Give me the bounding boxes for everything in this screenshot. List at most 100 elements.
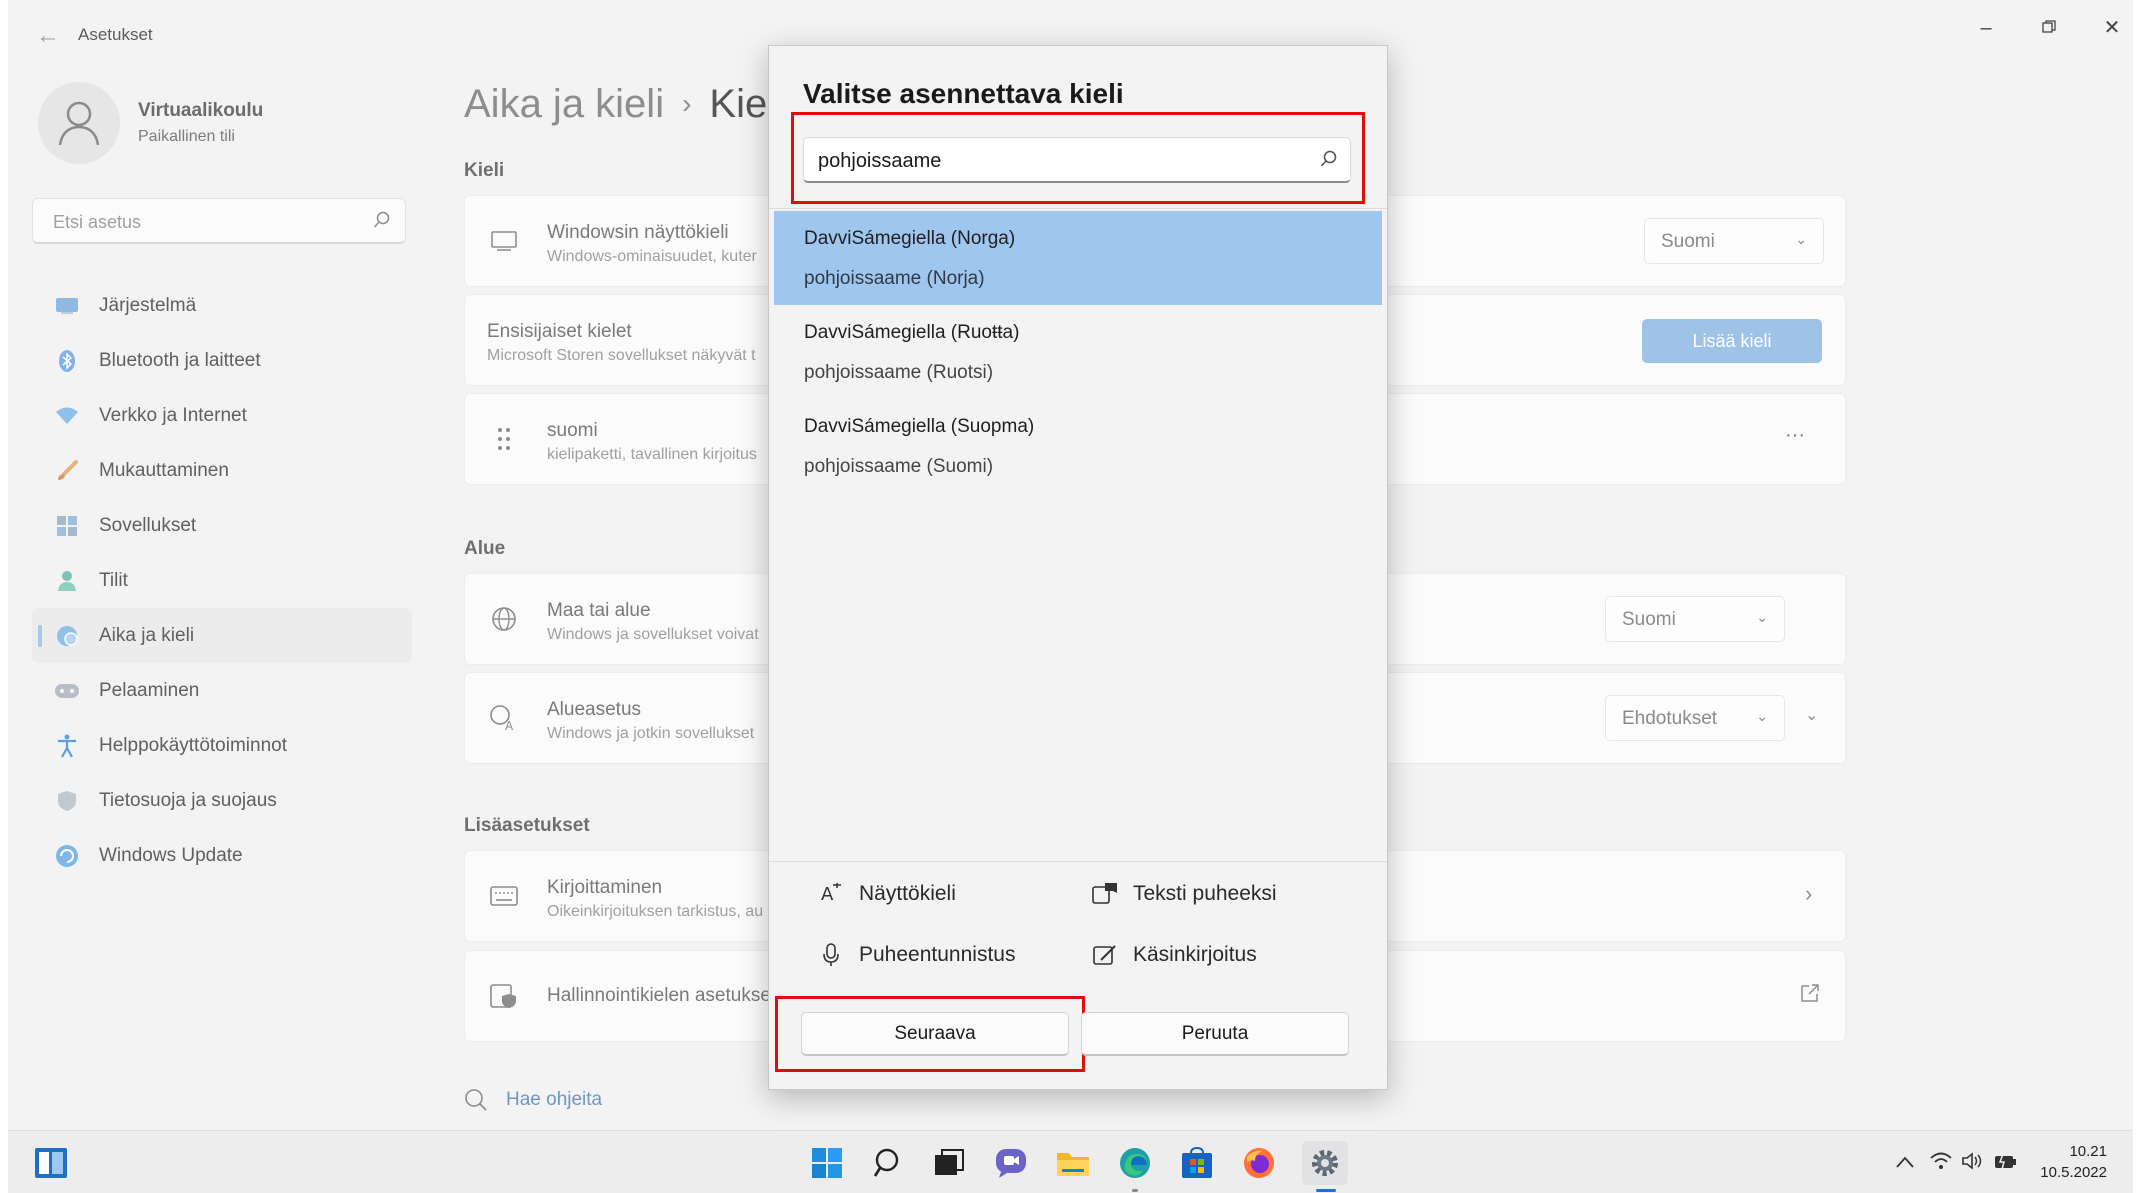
- globe-clock-icon: [54, 623, 80, 649]
- get-help-link[interactable]: Hae ohjeita: [464, 1088, 602, 1112]
- sidebar-item-mukauttaminen[interactable]: Mukauttaminen: [32, 443, 412, 498]
- more-options-icon[interactable]: ···: [1785, 424, 1805, 447]
- search-icon: [373, 211, 391, 234]
- sidebar-item-aika-ja-kieli[interactable]: Aika ja kieli: [32, 608, 412, 663]
- gamepad-icon: [54, 678, 80, 704]
- sidebar-item-verkko[interactable]: Verkko ja Internet: [32, 388, 412, 443]
- wifi-icon: [54, 403, 80, 429]
- handwriting-icon: [1091, 941, 1119, 969]
- search-icon: [1320, 150, 1338, 173]
- sidebar-item-bluetooth[interactable]: Bluetooth ja laitteet: [32, 333, 412, 388]
- text-to-speech-icon: [1091, 880, 1119, 908]
- svg-text:A: A: [505, 719, 514, 732]
- clock-date: 10.5.2022: [2040, 1164, 2107, 1181]
- feature-handwriting: Käsinkirjoitus: [1091, 941, 1257, 969]
- settings-search-input[interactable]: Etsi asetus: [32, 198, 406, 244]
- country-dropdown[interactable]: Suomi ⌄: [1605, 596, 1785, 642]
- store-icon[interactable]: [1178, 1144, 1216, 1182]
- system-icon: [54, 293, 80, 319]
- profile-account-type: Paikallinen tili: [138, 128, 235, 145]
- language-option-ruotta[interactable]: DavviSámegiella (Ruoŧŧa) pohjoissaame (R…: [774, 305, 1382, 399]
- settings-gear-icon[interactable]: [1302, 1141, 1348, 1185]
- running-app-indicator: [1132, 1189, 1138, 1192]
- section-region: Alue: [464, 538, 506, 559]
- sidebar-item-pelaaminen[interactable]: Pelaaminen: [32, 663, 412, 718]
- bluetooth-icon: [54, 348, 80, 374]
- regional-format-dropdown[interactable]: Ehdotukset ⌄: [1605, 695, 1785, 741]
- app-title: Asetukset: [78, 25, 153, 44]
- display-language-icon: A: [817, 880, 845, 908]
- taskbar: 10.21 10.5.2022: [8, 1130, 2133, 1193]
- chevron-down-icon: ⌄: [1756, 708, 1768, 724]
- language-search-input[interactable]: pohjoissaame: [803, 137, 1351, 183]
- profile-name: Virtuaalikoulu: [138, 100, 264, 121]
- display-language-dropdown[interactable]: Suomi ⌄: [1644, 218, 1824, 264]
- cancel-button[interactable]: Peruuta: [1081, 1012, 1349, 1056]
- person-icon: [54, 568, 80, 594]
- start-icon[interactable]: [808, 1144, 846, 1182]
- globe-icon: [487, 602, 521, 636]
- section-language: Kieli: [464, 160, 505, 181]
- chevron-down-icon: ⌄: [1795, 231, 1807, 247]
- drag-handle-icon[interactable]: [487, 422, 521, 456]
- feature-display-language: A Näyttökieli: [817, 880, 956, 908]
- apps-icon: [54, 513, 80, 539]
- battery-icon[interactable]: [1994, 1152, 2018, 1175]
- sidebar-item-tietosuoja[interactable]: Tietosuoja ja suojaus: [32, 773, 412, 828]
- help-icon: [464, 1088, 492, 1112]
- expand-chevron-icon[interactable]: ⌄: [1805, 705, 1818, 725]
- feature-text-to-speech: Teksti puheeksi: [1091, 880, 1277, 908]
- back-arrow-icon[interactable]: ←: [34, 22, 62, 50]
- language-option-norga[interactable]: DavviSámegiella (Norga) pohjoissaame (No…: [774, 211, 1382, 305]
- user-profile[interactable]: Virtuaalikoulu Paikallinen tili: [28, 78, 408, 168]
- chat-icon[interactable]: [992, 1144, 1030, 1182]
- edge-icon[interactable]: [1116, 1144, 1154, 1182]
- language-results-list: DavviSámegiella (Norga) pohjoissaame (No…: [774, 211, 1382, 493]
- clock-time: 10.21: [2069, 1143, 2107, 1160]
- shield-icon: [54, 788, 80, 814]
- breadcrumb-current: Kie: [709, 82, 768, 126]
- keyboard-icon: [487, 879, 521, 913]
- next-button[interactable]: Seuraava: [801, 1012, 1069, 1056]
- dialog-title: Valitse asennettava kieli: [803, 78, 1124, 109]
- file-explorer-icon[interactable]: [1054, 1144, 1092, 1182]
- minimize-icon[interactable]: –: [1963, 12, 2009, 44]
- chevron-right-icon: ›: [1805, 881, 1813, 906]
- breadcrumb: Aika ja kieli › Kie: [464, 82, 767, 127]
- update-icon: [54, 843, 80, 869]
- sidebar-item-jarjestelma[interactable]: Järjestelmä: [32, 278, 412, 333]
- firefox-icon[interactable]: [1240, 1144, 1278, 1182]
- microphone-icon: [817, 941, 845, 969]
- accessibility-icon: [54, 733, 80, 759]
- feature-speech-recognition: Puheentunnistus: [817, 941, 1015, 969]
- task-view-icon[interactable]: [930, 1144, 968, 1182]
- volume-icon[interactable]: [1962, 1152, 1984, 1175]
- external-link-icon: [1800, 983, 1820, 1008]
- active-indicator: [38, 625, 42, 647]
- search-placeholder: Etsi asetus: [53, 212, 142, 232]
- close-icon[interactable]: ✕: [2089, 12, 2135, 44]
- brush-icon: [54, 458, 80, 484]
- restore-icon[interactable]: [2026, 12, 2072, 44]
- sidebar-nav: Järjestelmä Bluetooth ja laitteet Verkko…: [32, 278, 412, 883]
- language-option-suopma[interactable]: DavviSámegiella (Suopma) pohjoissaame (S…: [774, 399, 1382, 493]
- breadcrumb-parent[interactable]: Aika ja kieli: [464, 82, 664, 126]
- regional-format-icon: A: [487, 701, 521, 735]
- settings-window: ← Asetukset – ✕ Virtuaalikoulu Paikallin…: [8, 0, 2133, 1130]
- language-install-dialog: Valitse asennettava kieli pohjoissaame D…: [768, 45, 1388, 1090]
- admin-shield-icon: [487, 979, 521, 1013]
- chevron-up-icon[interactable]: [1896, 1152, 1914, 1173]
- clock[interactable]: 10.21 10.5.2022: [2040, 1141, 2107, 1183]
- sidebar-item-tilit[interactable]: Tilit: [32, 553, 412, 608]
- search-icon[interactable]: [870, 1144, 908, 1182]
- chevron-down-icon: ⌄: [1756, 609, 1768, 625]
- sidebar-item-helppokaytto[interactable]: Helppokäyttötoiminnot: [32, 718, 412, 773]
- dialog-divider: [769, 208, 1387, 209]
- wifi-icon[interactable]: [1930, 1152, 1952, 1175]
- add-language-button[interactable]: Lisää kieli: [1642, 319, 1822, 363]
- sidebar-item-windows-update[interactable]: Windows Update: [32, 828, 412, 883]
- widgets-icon[interactable]: [32, 1144, 70, 1182]
- avatar: [38, 82, 120, 164]
- sidebar-item-sovellukset[interactable]: Sovellukset: [32, 498, 412, 553]
- svg-text:A: A: [821, 884, 834, 905]
